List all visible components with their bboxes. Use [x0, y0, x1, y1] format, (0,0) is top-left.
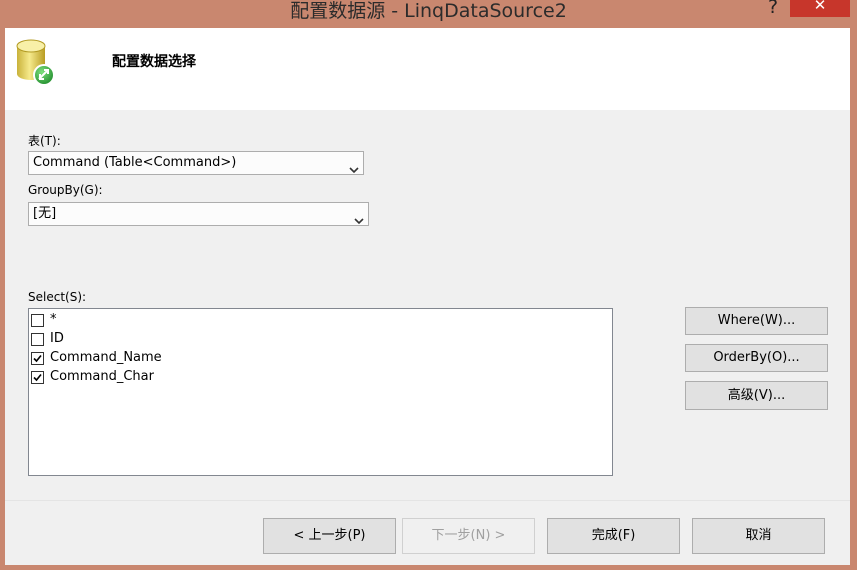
checkbox[interactable]	[31, 333, 44, 346]
checkmark-icon	[33, 354, 42, 363]
table-select[interactable]: Command (Table<Command>)	[28, 151, 364, 175]
select-columns-list[interactable]: * ID Command_Name Command_Char	[28, 308, 613, 476]
groupby-select[interactable]: [无]	[28, 202, 369, 226]
groupby-label: GroupBy(G):	[28, 183, 103, 197]
chevron-down-icon	[349, 160, 359, 174]
window-title: 配置数据源 - LinqDataSource2	[290, 0, 567, 22]
checkbox[interactable]	[31, 352, 44, 365]
list-item-label: ID	[50, 331, 64, 346]
chevron-down-icon	[354, 211, 364, 225]
cancel-button[interactable]: 取消	[692, 518, 825, 554]
finish-button[interactable]: 完成(F)	[547, 518, 680, 554]
select-label: Select(S):	[28, 290, 87, 304]
database-icon	[15, 38, 59, 88]
header-panel: 配置数据选择	[5, 28, 850, 110]
table-label: 表(T):	[28, 134, 61, 148]
list-item-label: Command_Char	[50, 369, 154, 384]
checkmark-icon	[33, 373, 42, 382]
dialog-client-area: 配置数据选择 表(T): Command (Table<Command>) Gr…	[5, 28, 850, 565]
groupby-select-value: [无]	[33, 206, 57, 221]
table-select-value: Command (Table<Command>)	[33, 155, 237, 170]
close-button[interactable]: ✕	[790, 0, 850, 17]
title-bar[interactable]: 配置数据源 - LinqDataSource2 ? ✕	[0, 0, 857, 28]
where-button[interactable]: Where(W)...	[685, 307, 828, 335]
list-item-label: *	[50, 312, 57, 327]
orderby-button[interactable]: OrderBy(O)...	[685, 344, 828, 372]
help-button[interactable]: ?	[760, 0, 786, 18]
list-item-label: Command_Name	[50, 350, 162, 365]
checkbox[interactable]	[31, 314, 44, 327]
checkbox[interactable]	[31, 371, 44, 384]
next-button[interactable]: 下一步(N) >	[402, 518, 535, 554]
dialog-window: 配置数据源 - LinqDataSource2 ? ✕ 配置数据选择 表(T):…	[0, 0, 857, 570]
previous-button[interactable]: < 上一步(P)	[263, 518, 396, 554]
advanced-button[interactable]: 高级(V)...	[685, 381, 828, 410]
page-title: 配置数据选择	[112, 54, 196, 70]
footer-divider	[5, 500, 850, 501]
